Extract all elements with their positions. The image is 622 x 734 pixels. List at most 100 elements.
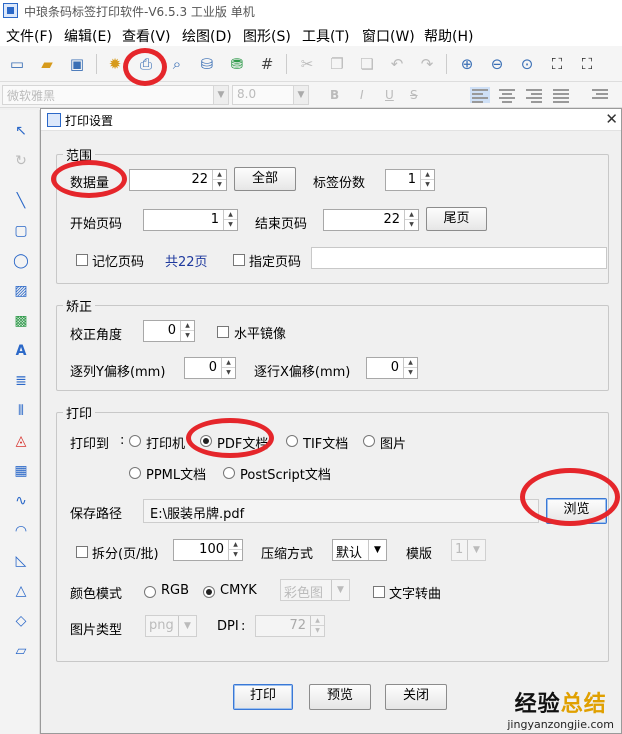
italic-button[interactable]: I [360, 88, 364, 102]
new-window-icon[interactable]: ▭ [6, 53, 28, 75]
stepper-down-icon[interactable]: ▼ [224, 220, 237, 230]
line-icon[interactable]: ╲ [10, 190, 32, 212]
last-page-button[interactable]: 尾页 [426, 207, 487, 231]
bold-button[interactable]: B [330, 88, 339, 102]
font-size-combo[interactable]: 8.0 [232, 85, 294, 105]
ellipse-icon[interactable]: ◯ [10, 250, 32, 272]
stepper-up-icon[interactable]: ▲ [311, 616, 324, 626]
zoom-fit-icon[interactable]: ⊙ [516, 53, 538, 75]
strikethrough-button[interactable]: S [410, 88, 418, 102]
diamond-icon[interactable]: ◇ [10, 610, 32, 632]
stepper-down-icon[interactable]: ▼ [213, 180, 226, 190]
layout-icon[interactable] [590, 87, 610, 103]
copy-icon[interactable]: ❐ [326, 53, 348, 75]
stepper-up-icon[interactable]: ▲ [213, 170, 226, 180]
rotate-icon[interactable]: ↻ [10, 150, 32, 172]
stepper-down-icon[interactable]: ▼ [229, 550, 242, 560]
x-offset-stepper[interactable]: 0 ▲ ▼ [366, 357, 418, 379]
redo-icon[interactable]: ↷ [416, 53, 438, 75]
specify-page-input[interactable] [311, 247, 607, 269]
stepper-up-icon[interactable]: ▲ [421, 170, 434, 180]
align-center-icon[interactable] [497, 87, 517, 103]
arc-icon[interactable]: ◠ [10, 520, 32, 542]
close-icon[interactable]: ✕ [605, 110, 618, 128]
stepper-down-icon[interactable]: ▼ [222, 368, 235, 378]
menu-tools[interactable]: 工具(T) [302, 26, 349, 46]
zoom-in-icon[interactable]: ⊕ [456, 53, 478, 75]
chevron-down-icon[interactable]: ▼ [293, 85, 309, 105]
open-folder-icon[interactable]: ▰ [36, 53, 58, 75]
underline-button[interactable]: U [385, 88, 394, 102]
menu-help[interactable]: 帮助(H) [424, 26, 473, 46]
compress-select[interactable]: 默认 ▼ [332, 539, 387, 561]
stamp-icon[interactable]: ◬ [10, 430, 32, 452]
all-button[interactable]: 全部 [234, 167, 296, 191]
remember-page-checkbox[interactable] [76, 254, 88, 266]
stepper-down-icon[interactable]: ▼ [311, 626, 324, 636]
image-type-select[interactable]: png ▼ [145, 615, 197, 637]
rectangle-icon[interactable]: ▢ [10, 220, 32, 242]
copies-stepper[interactable]: 1 ▲ ▼ [385, 169, 435, 191]
menu-draw[interactable]: 绘图(D) [182, 26, 232, 46]
template-select[interactable]: 1 ▼ [451, 539, 486, 561]
chevron-down-icon[interactable]: ▼ [368, 540, 386, 560]
cmyk-radio[interactable] [203, 586, 215, 598]
stepper-up-icon[interactable]: ▲ [404, 358, 417, 368]
menu-window[interactable]: 窗口(W) [362, 26, 415, 46]
fit-width-icon[interactable]: ⛶ [576, 53, 598, 75]
undo-icon[interactable]: ↶ [386, 53, 408, 75]
font-family-combo[interactable]: 微软雅黑 [2, 85, 214, 105]
color-image-select[interactable]: 彩色图 ▼ [280, 579, 350, 601]
quantity-stepper[interactable]: 22 ▲ ▼ [129, 169, 227, 191]
stepper-up-icon[interactable]: ▲ [229, 540, 242, 550]
chevron-down-icon[interactable]: ▼ [467, 540, 485, 560]
menu-shape[interactable]: 图形(S) [243, 26, 291, 46]
polyline-icon[interactable]: ◺ [10, 550, 32, 572]
rich-text-icon[interactable]: ≣ [10, 370, 32, 392]
paste-icon[interactable]: ❏ [356, 53, 378, 75]
menu-edit[interactable]: 编辑(E) [64, 26, 112, 46]
barcode-icon[interactable]: ⦀ [10, 400, 32, 422]
fit-page-icon[interactable]: ⛶ [546, 53, 568, 75]
end-page-stepper[interactable]: 22 ▲ ▼ [323, 209, 419, 231]
align-justify-icon[interactable] [551, 87, 571, 103]
rgb-radio[interactable] [144, 586, 156, 598]
print-button[interactable]: 打印 [233, 684, 293, 710]
split-checkbox[interactable] [76, 546, 88, 558]
tif-radio[interactable] [286, 435, 298, 447]
menu-file[interactable]: 文件(F) [6, 26, 53, 46]
stepper-up-icon[interactable]: ▲ [224, 210, 237, 220]
cut-icon[interactable]: ✂ [296, 53, 318, 75]
stepper-up-icon[interactable]: ▲ [181, 321, 194, 331]
align-right-icon[interactable] [524, 87, 544, 103]
grid-icon[interactable]: # [256, 53, 278, 75]
stepper-up-icon[interactable]: ▲ [222, 358, 235, 368]
image-icon[interactable]: ▨ [10, 280, 32, 302]
start-page-stepper[interactable]: 1 ▲ ▼ [143, 209, 238, 231]
text-icon[interactable]: A [10, 340, 32, 362]
close-button[interactable]: 关闭 [385, 684, 447, 710]
save-path-field[interactable]: E:\服装吊牌.pdf [143, 499, 539, 523]
chevron-down-icon[interactable]: ▼ [331, 580, 349, 600]
stepper-down-icon[interactable]: ▼ [181, 331, 194, 341]
image-radio[interactable] [363, 435, 375, 447]
stepper-down-icon[interactable]: ▼ [404, 368, 417, 378]
postscript-radio[interactable] [223, 467, 235, 479]
curve-icon[interactable]: ∿ [10, 490, 32, 512]
chevron-down-icon[interactable]: ▼ [213, 85, 229, 105]
stepper-down-icon[interactable]: ▼ [405, 220, 418, 230]
printer-radio[interactable] [129, 435, 141, 447]
y-offset-stepper[interactable]: 0 ▲ ▼ [184, 357, 236, 379]
ppml-radio[interactable] [129, 467, 141, 479]
dpi-stepper[interactable]: 72 ▲ ▼ [255, 615, 325, 637]
text-convert-checkbox[interactable] [373, 586, 385, 598]
parallelogram-icon[interactable]: ▱ [10, 640, 32, 662]
triangle-icon[interactable]: △ [10, 580, 32, 602]
stepper-up-icon[interactable]: ▲ [405, 210, 418, 220]
pointer-icon[interactable]: ↖ [10, 120, 32, 142]
chevron-down-icon[interactable]: ▼ [178, 616, 196, 636]
save-icon[interactable]: ▣ [66, 53, 88, 75]
database-icon[interactable]: ⛁ [196, 53, 218, 75]
split-stepper[interactable]: 100 ▲ ▼ [173, 539, 243, 561]
database-connect-icon[interactable]: ⛃ [226, 53, 248, 75]
